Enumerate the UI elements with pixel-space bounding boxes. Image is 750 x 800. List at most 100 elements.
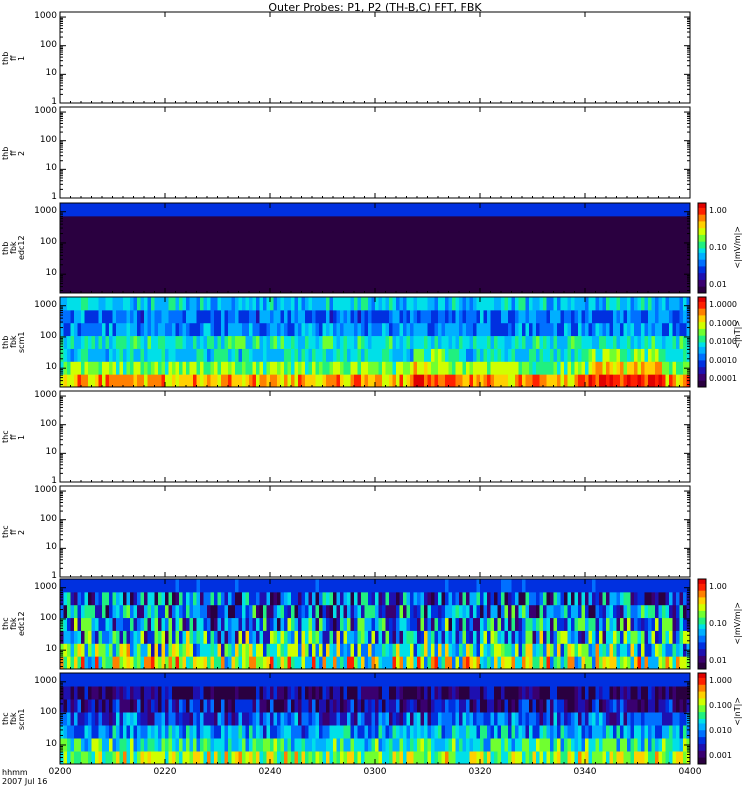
heatmap-cell bbox=[207, 254, 211, 268]
heatmap-cell bbox=[116, 643, 120, 657]
heatmap-cell bbox=[648, 643, 652, 657]
heatmap-cell bbox=[137, 228, 141, 243]
heatmap-cell bbox=[70, 267, 75, 281]
heatmap-cell bbox=[308, 228, 313, 243]
heatmap-cell bbox=[378, 297, 383, 311]
heatmap-cell bbox=[133, 215, 138, 230]
heatmap-cell bbox=[424, 203, 428, 217]
heatmap-cell bbox=[364, 591, 369, 606]
heatmap-cell bbox=[112, 297, 117, 311]
heatmap-cell bbox=[529, 203, 533, 217]
heatmap-cell bbox=[592, 361, 596, 375]
heatmap-cell bbox=[140, 297, 145, 311]
heatmap-cell bbox=[224, 686, 229, 700]
heatmap-cell bbox=[221, 699, 225, 713]
heatmap-cell bbox=[403, 267, 407, 281]
heatmap-cell bbox=[88, 617, 92, 631]
heatmap-cell bbox=[235, 215, 239, 230]
heatmap-cell bbox=[357, 297, 362, 311]
heatmap-cell bbox=[224, 617, 229, 631]
heatmap-cell bbox=[494, 322, 498, 337]
heatmap-cell bbox=[175, 322, 180, 337]
heatmap-cell bbox=[347, 579, 351, 593]
heatmap-cell bbox=[231, 335, 236, 349]
heatmap-cell bbox=[399, 215, 404, 230]
heatmap-cell bbox=[606, 335, 610, 349]
heatmap-cell bbox=[294, 617, 299, 631]
heatmap-cell bbox=[158, 751, 162, 765]
heatmap-cell bbox=[214, 297, 218, 311]
heatmap-cell bbox=[144, 322, 148, 337]
heatmap-cell bbox=[147, 738, 152, 752]
heatmap-cell bbox=[165, 215, 169, 230]
heatmap-cell bbox=[676, 361, 680, 375]
heatmap-cell bbox=[473, 228, 477, 243]
heatmap-cell bbox=[151, 699, 155, 713]
heatmap-cell bbox=[385, 267, 390, 281]
heatmap-cell bbox=[669, 322, 673, 337]
heatmap-cell bbox=[336, 297, 341, 311]
heatmap-cell bbox=[431, 643, 435, 657]
heatmap-cell bbox=[277, 254, 281, 268]
heatmap-cell bbox=[119, 215, 124, 230]
heatmap-cell bbox=[154, 673, 159, 687]
heatmap-cell bbox=[364, 203, 369, 217]
heatmap-cell bbox=[238, 591, 243, 606]
heatmap-cell bbox=[70, 579, 75, 593]
heatmap-cell bbox=[151, 297, 155, 311]
heatmap-cell bbox=[354, 267, 358, 281]
heatmap-cell bbox=[483, 335, 488, 349]
heatmap-cell bbox=[546, 604, 551, 619]
heatmap-cell bbox=[238, 361, 243, 375]
heatmap-cell bbox=[420, 228, 425, 243]
heatmap-cell bbox=[508, 322, 512, 337]
heatmap-cell bbox=[343, 241, 348, 255]
heatmap-cell bbox=[182, 241, 187, 255]
heatmap-cell bbox=[417, 309, 421, 324]
heatmap-cell bbox=[116, 374, 120, 388]
heatmap-cell bbox=[140, 643, 145, 657]
heatmap-cell bbox=[445, 579, 449, 593]
heatmap-cell bbox=[504, 309, 509, 324]
heatmap-cell bbox=[368, 254, 372, 268]
heatmap-cell bbox=[116, 751, 120, 765]
heatmap-cell bbox=[525, 617, 530, 631]
heatmap-cell bbox=[242, 699, 246, 713]
heatmap-cell bbox=[91, 374, 96, 388]
heatmap-cell bbox=[371, 643, 376, 657]
heatmap-cell bbox=[182, 361, 187, 375]
heatmap-cell bbox=[186, 254, 190, 268]
heatmap-cell bbox=[630, 267, 635, 281]
heatmap-cell bbox=[224, 267, 229, 281]
heatmap-cell bbox=[203, 297, 208, 311]
heatmap-cell bbox=[490, 254, 495, 268]
heatmap-cell bbox=[553, 348, 558, 362]
heatmap-cell bbox=[494, 215, 498, 230]
heatmap-cell bbox=[179, 267, 183, 281]
heatmap-cell bbox=[399, 241, 404, 255]
heatmap-cell bbox=[266, 630, 271, 644]
heatmap-cell bbox=[291, 617, 295, 631]
heatmap-cell bbox=[497, 297, 502, 311]
heatmap-cell bbox=[361, 604, 365, 619]
heatmap-cell bbox=[98, 297, 103, 311]
heatmap-cell bbox=[200, 348, 204, 362]
heatmap-cell bbox=[189, 215, 194, 230]
heatmap-cell bbox=[207, 228, 211, 243]
heatmap-cell bbox=[504, 280, 509, 294]
heatmap-cell bbox=[578, 228, 582, 243]
heatmap-cell bbox=[291, 335, 295, 349]
heatmap-cell bbox=[291, 267, 295, 281]
heatmap-cell bbox=[182, 215, 187, 230]
heatmap-cell bbox=[179, 203, 183, 217]
heatmap-cell bbox=[441, 656, 446, 670]
heatmap-cell bbox=[340, 738, 344, 752]
heatmap-cell bbox=[270, 673, 274, 687]
heatmap-cell bbox=[116, 309, 120, 324]
heatmap-cell bbox=[424, 643, 428, 657]
heatmap-cell bbox=[186, 241, 190, 255]
heatmap-cell bbox=[560, 322, 565, 337]
heatmap-cell bbox=[235, 604, 239, 619]
heatmap-cell bbox=[371, 686, 376, 700]
heatmap-cell bbox=[301, 656, 306, 670]
